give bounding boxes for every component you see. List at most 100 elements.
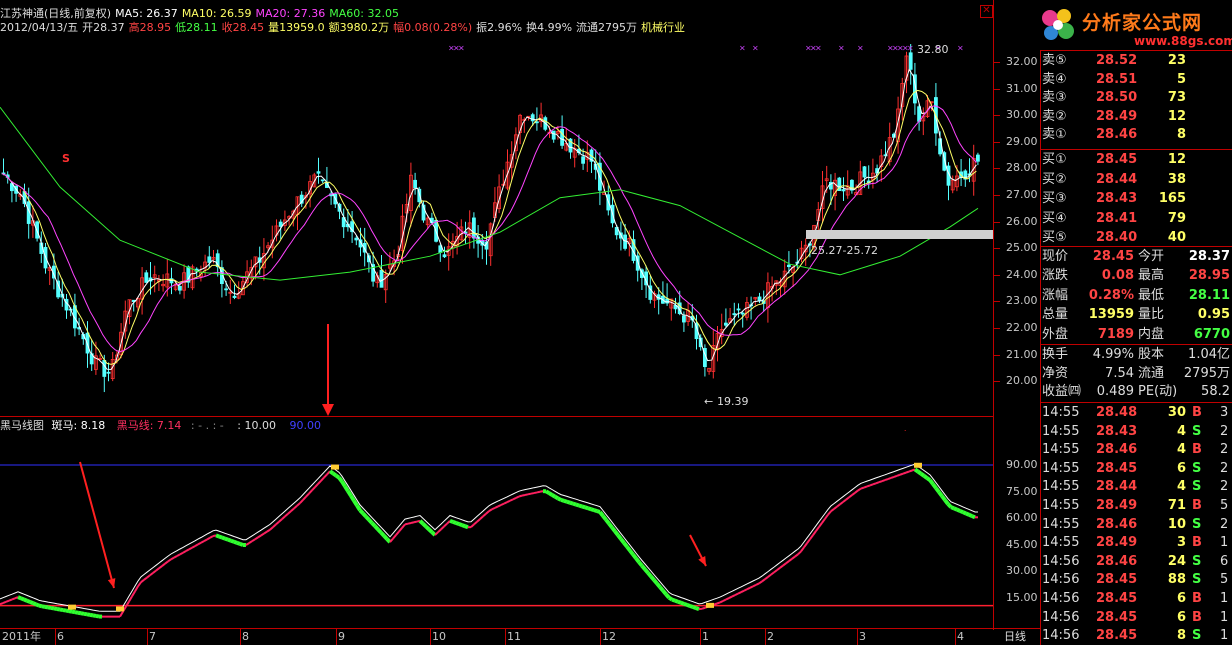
black-horse-line <box>566 499 571 505</box>
black-horse-line <box>640 564 647 571</box>
black-horse-line <box>631 553 638 560</box>
black-horse-line <box>628 549 635 556</box>
black-horse-line <box>755 582 760 586</box>
buy-level-volume: 165 <box>1158 191 1186 207</box>
price-axis-tick <box>994 354 1000 356</box>
indicator-axis-label: 90.00 <box>1006 458 1038 471</box>
stat-value: 58.2 <box>1201 384 1230 400</box>
black-horse-line <box>494 505 499 509</box>
black-horse-line <box>601 514 608 521</box>
sell-level-price: 28.51 <box>1096 71 1138 87</box>
tick-volume: 6 <box>1176 591 1186 606</box>
header-field: MA20: 27.36 <box>255 7 326 20</box>
tick-direction: B <box>1192 609 1202 625</box>
quote-value: 0.08 <box>1101 268 1134 284</box>
signal-marker: × <box>739 44 746 53</box>
ma5-line <box>1 68 977 371</box>
black-horse-line <box>35 602 40 608</box>
black-horse-line <box>437 528 442 533</box>
stat-label: 净资 <box>1042 365 1069 381</box>
time-axis-label: 9 <box>338 630 345 643</box>
black-horse-line <box>875 481 880 485</box>
black-horse-line <box>782 562 787 567</box>
black-horse-line <box>524 493 529 496</box>
black-horse-line <box>355 504 362 512</box>
candle-body <box>551 130 556 140</box>
header-field: 江苏神通(日线,前复权) <box>0 7 112 20</box>
black-horse-line <box>464 524 469 530</box>
tick-price: 28.43 <box>1096 423 1138 439</box>
black-horse-line <box>152 569 157 574</box>
time-axis-tick <box>765 628 766 645</box>
tick-price: 28.45 <box>1096 628 1138 644</box>
black-horse-line <box>767 573 772 578</box>
tick-time: 14:55 <box>1042 479 1080 495</box>
header-field: 收28.45 <box>221 21 265 34</box>
quote-value: 28.37 <box>1188 249 1230 264</box>
black-horse-line <box>41 604 46 609</box>
quote-label: 现价 <box>1042 249 1069 264</box>
black-horse-line <box>182 550 187 554</box>
black-horse-line <box>482 513 487 518</box>
header-field: MA10: 26.59 <box>181 7 252 20</box>
period-label[interactable]: 日线 <box>1004 631 1026 643</box>
quote-label: 涨幅 <box>1042 287 1069 303</box>
black-horse-line <box>809 534 814 540</box>
black-horse-line <box>337 476 344 483</box>
black-horse-line <box>71 609 76 615</box>
black-horse-line <box>569 500 574 506</box>
tick-count: 2 <box>1220 516 1229 532</box>
buy-level-price: 28.43 <box>1096 191 1138 207</box>
black-horse-line <box>500 502 505 506</box>
quote-value: 28.11 <box>1188 287 1230 303</box>
black-horse-line <box>68 609 73 614</box>
site-logo: 分析家公式网 www.88gs.com <box>1036 2 1232 50</box>
tick-time: 14:55 <box>1042 516 1080 532</box>
s-marker: S <box>62 152 70 165</box>
tick-volume: 6 <box>1176 460 1186 476</box>
candle-body <box>862 166 867 178</box>
black-horse-line <box>206 536 211 541</box>
black-horse-line <box>578 503 583 509</box>
black-horse-indicator[interactable] <box>0 430 993 630</box>
buy-level-volume: 79 <box>1167 210 1186 226</box>
black-horse-line <box>836 503 841 508</box>
black-horse-line <box>86 612 91 617</box>
candle-body <box>207 256 212 263</box>
candle-body <box>787 264 791 268</box>
close-chart-button[interactable]: ✕ <box>980 5 993 18</box>
price-axis-tick <box>994 274 1000 276</box>
candle-body <box>841 189 846 192</box>
black-horse-line <box>299 499 304 504</box>
black-horse-line <box>164 560 169 565</box>
indicator-axis-label: 45.00 <box>1006 537 1038 551</box>
quote-value: 6770 <box>1193 326 1230 342</box>
black-horse-line <box>56 607 61 612</box>
logo-url[interactable]: www.88gs.com <box>1134 34 1232 48</box>
black-horse-line <box>791 555 796 560</box>
black-horse-line <box>224 536 229 542</box>
black-horse-line <box>845 496 850 501</box>
black-horse-line <box>491 506 496 511</box>
black-horse-line <box>314 483 319 488</box>
black-horse-line <box>728 595 733 599</box>
black-horse-line <box>872 482 877 486</box>
black-horse-line <box>752 583 757 588</box>
black-horse-line <box>488 508 493 512</box>
black-horse-line <box>965 511 970 517</box>
black-horse-line <box>821 518 826 524</box>
black-horse-line <box>604 518 611 525</box>
black-horse-line <box>922 474 929 480</box>
black-horse-line <box>713 602 718 606</box>
time-axis-tick <box>700 628 701 645</box>
black-horse-line <box>370 521 377 528</box>
black-horse-line <box>430 530 437 537</box>
black-horse-line <box>170 556 175 561</box>
black-horse-line <box>392 534 397 540</box>
tick-volume: 3 <box>1176 535 1186 551</box>
time-axis-tick <box>336 628 337 645</box>
candle-body <box>224 288 229 291</box>
black-horse-line <box>323 473 328 479</box>
black-horse-line <box>302 496 307 501</box>
black-horse-line <box>131 590 136 597</box>
